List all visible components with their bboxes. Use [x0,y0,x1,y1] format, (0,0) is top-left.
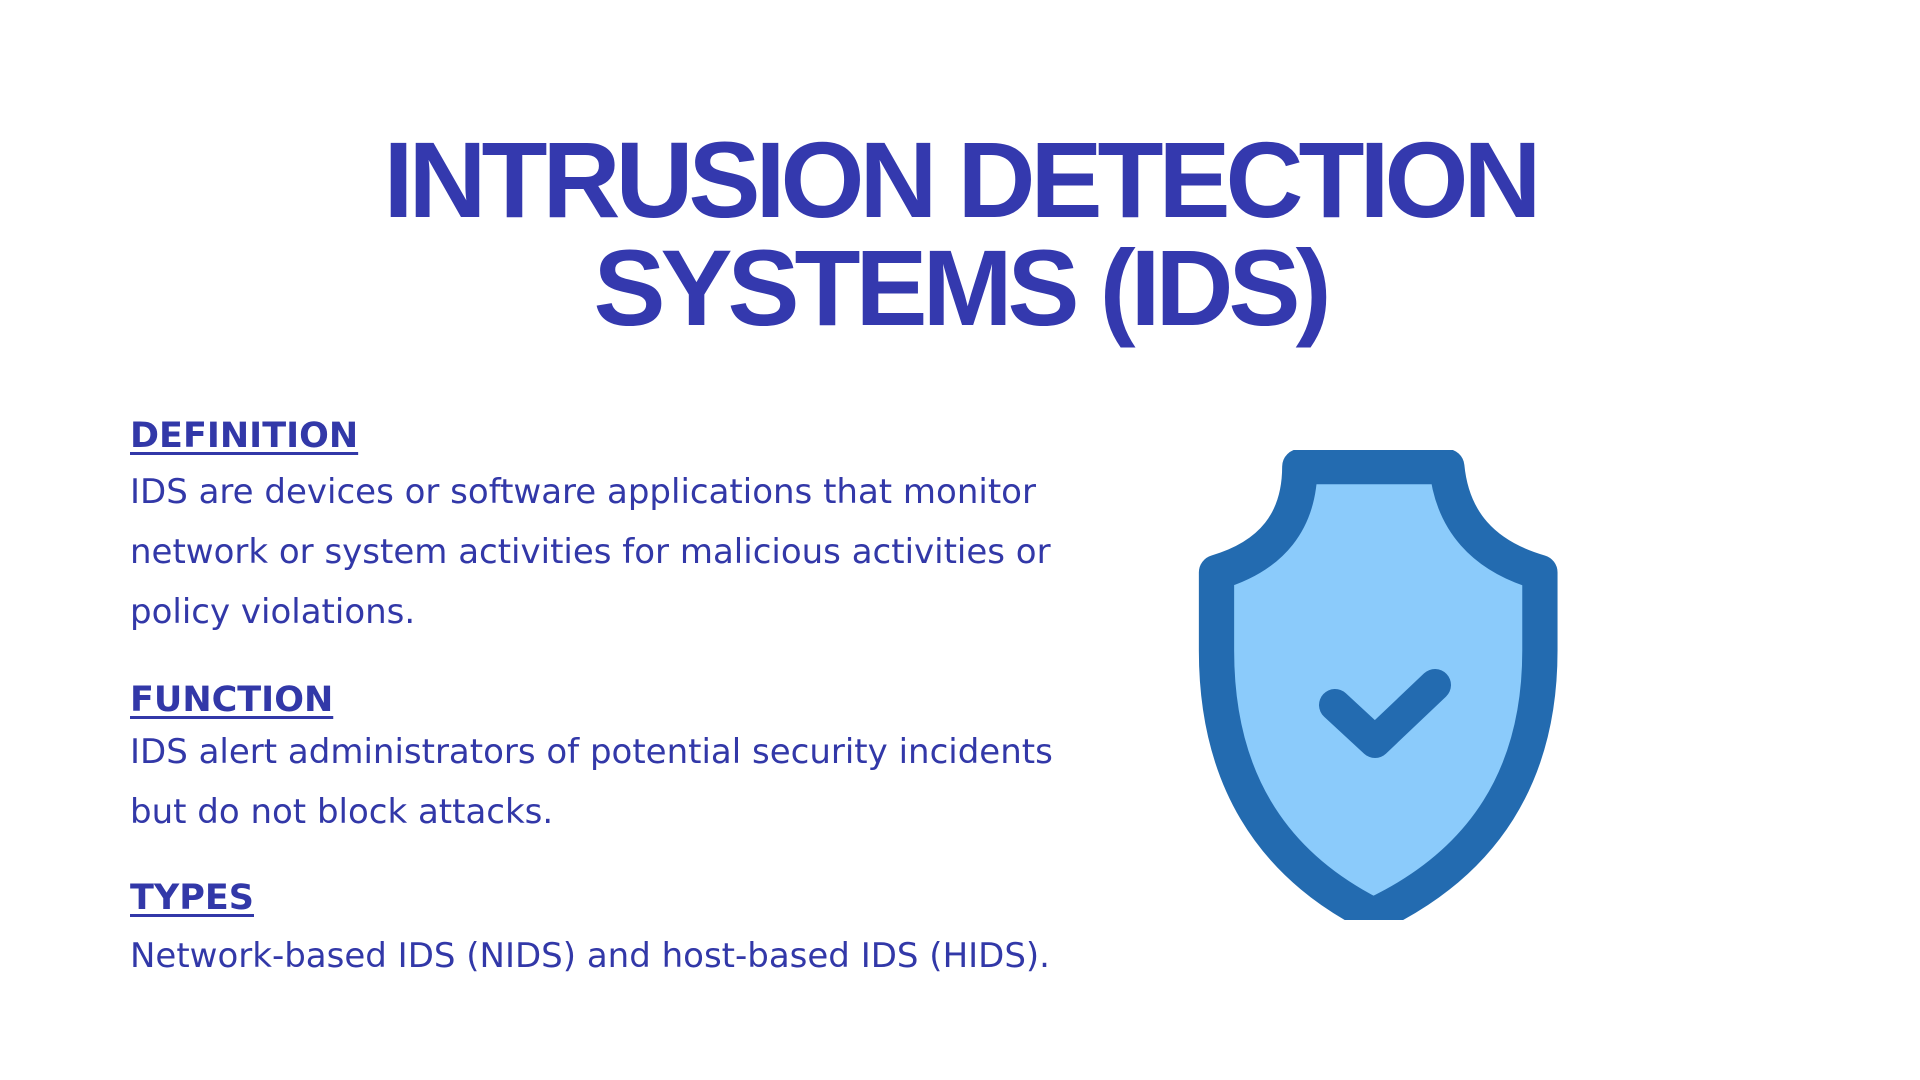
page-title: INTRUSION DETECTION SYSTEMS (IDS) [0,126,1920,342]
shield-check-icon [1198,450,1558,920]
section-function: FUNCTION IDS alert administrators of pot… [130,676,1120,842]
page-title-line-1: INTRUSION DETECTION [383,119,1541,240]
section-heading-function: FUNCTION [130,680,334,720]
section-types: TYPES Network-based IDS (NIDS) and host-… [130,874,1120,986]
section-body-function: IDS alert administrators of potential se… [130,732,1053,832]
page-title-line-2: SYSTEMS (IDS) [593,227,1331,348]
section-body-types: Network-based IDS (NIDS) and host-based … [130,936,1050,976]
section-heading-definition: DEFINITION [130,416,359,456]
section-body-definition: IDS are devices or software applications… [130,472,1051,632]
section-heading-types: TYPES [130,878,254,918]
shield-body [1198,450,1558,920]
section-definition: DEFINITION IDS are devices or software a… [130,412,1120,642]
